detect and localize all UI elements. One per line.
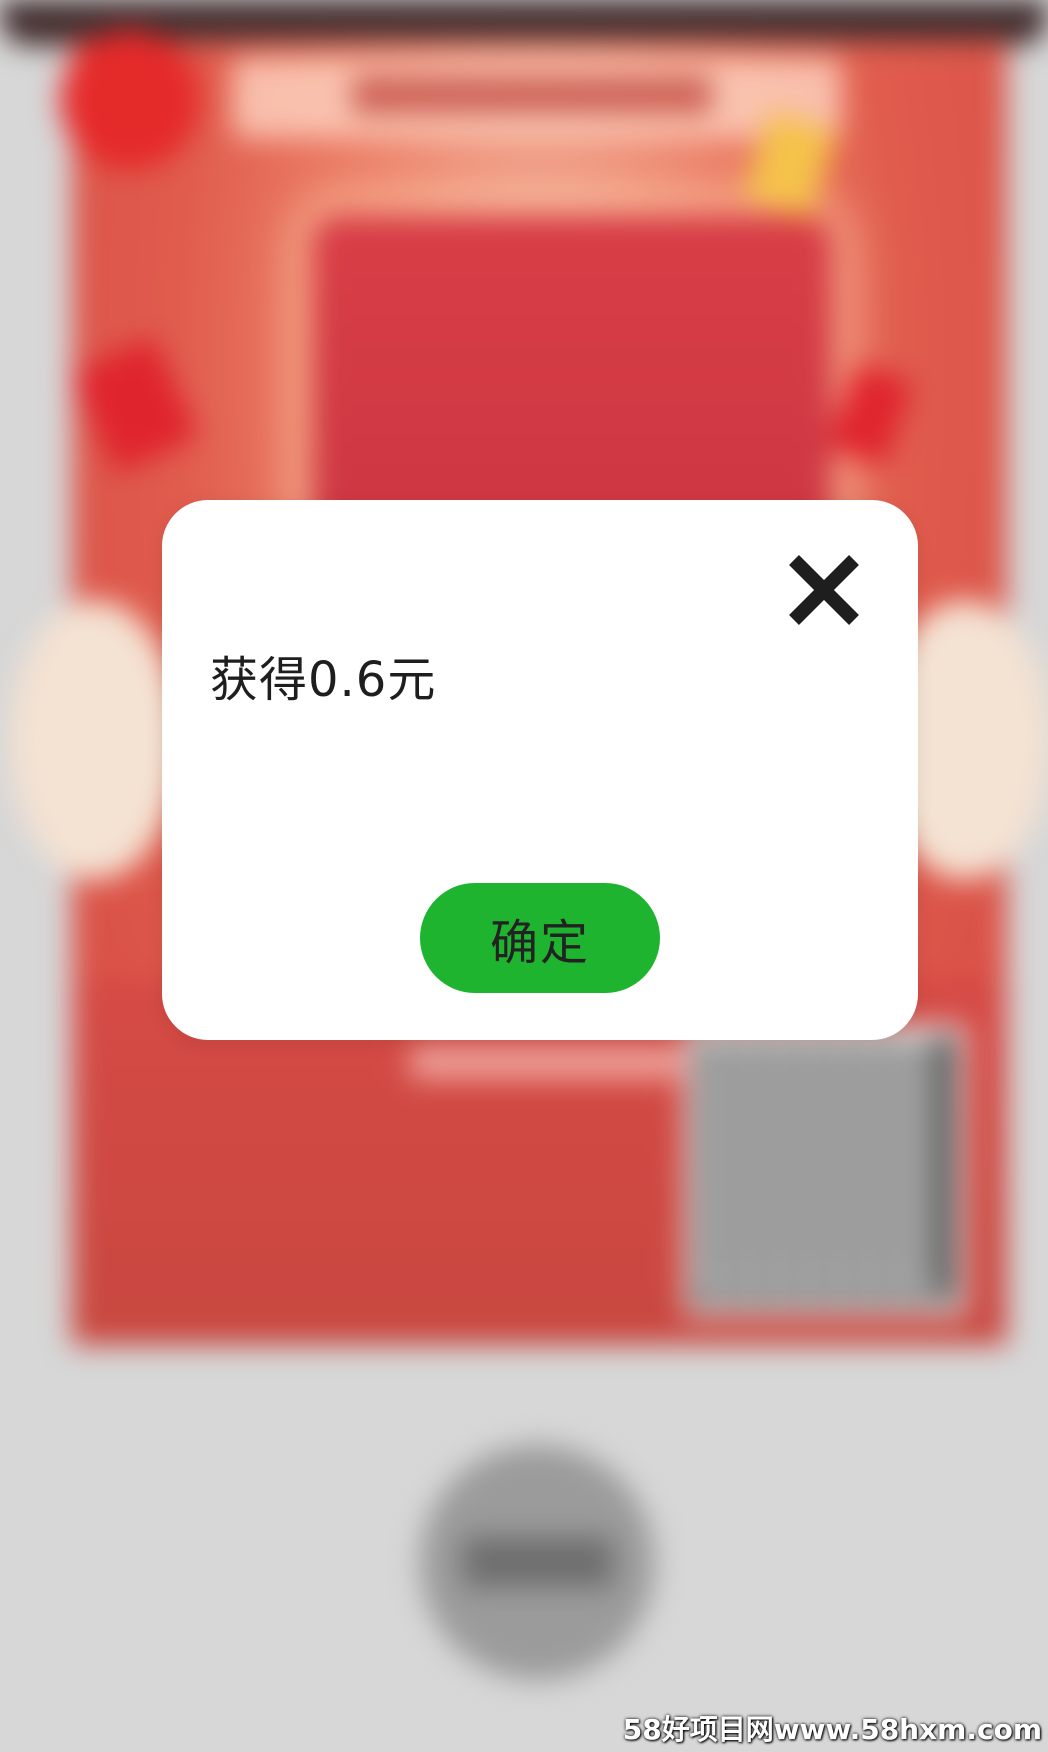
watermark-text: 58好项目网www.58hxm.com <box>622 1713 1042 1746</box>
decor-orb <box>10 600 180 880</box>
qr-code-pattern <box>695 1035 935 1285</box>
close-icon <box>789 555 859 625</box>
decor-balloon <box>60 30 200 170</box>
reward-dialog: 获得0.6元 确定 <box>162 500 918 1040</box>
poster-header-text <box>352 76 712 114</box>
confirm-button[interactable]: 确定 <box>420 883 660 993</box>
reward-message: 获得0.6元 <box>210 652 437 708</box>
round-action-button-label <box>463 1537 613 1587</box>
close-button[interactable] <box>774 540 874 640</box>
screen: 获得0.6元 确定 58好项目网www.58hxm.com <box>0 0 1048 1752</box>
poster-caption <box>410 1045 680 1079</box>
